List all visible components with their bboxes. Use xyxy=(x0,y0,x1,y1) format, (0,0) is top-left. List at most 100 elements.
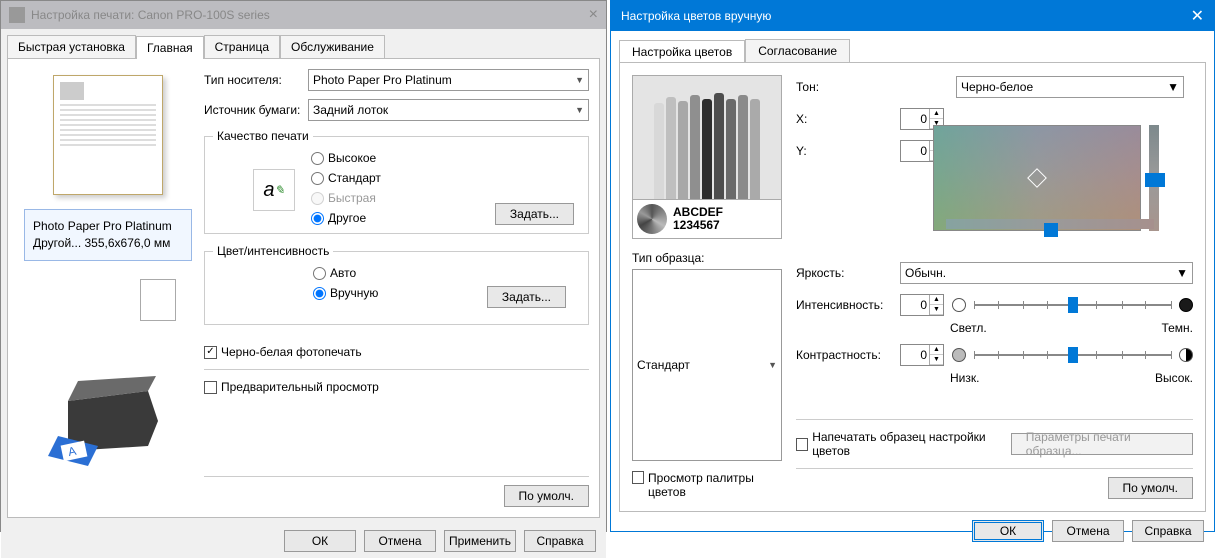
print-sample-label: Напечатать образец настройки цветов xyxy=(812,430,1011,458)
bw-checkbox-row[interactable]: ✓ Черно-белая фотопечать xyxy=(204,345,589,359)
sample-preview: ABCDEF 1234567 xyxy=(632,75,782,239)
sample-type-dropdown[interactable]: Стандарт ▼ xyxy=(632,269,782,461)
color-set-button[interactable]: Задать... xyxy=(487,286,566,308)
intensity-right-label: Темн. xyxy=(1161,321,1193,335)
slider-thumb[interactable] xyxy=(1068,347,1078,363)
preview-info-line1: Photo Paper Pro Platinum xyxy=(33,218,183,235)
preview-info-line2: Другой... 355,6x676,0 мм xyxy=(33,235,183,252)
color-field[interactable] xyxy=(933,125,1141,231)
palette-checkbox-label: Просмотр палитры цветов xyxy=(648,471,782,499)
quality-set-button[interactable]: Задать... xyxy=(495,203,574,225)
intensity-spinner[interactable]: 0 ▲▼ xyxy=(900,294,944,316)
defaults-button[interactable]: По умолч. xyxy=(1108,477,1193,499)
paper-source-label: Источник бумаги: xyxy=(204,103,308,117)
quality-radio-standard[interactable]: Стандарт xyxy=(311,171,381,185)
close-icon[interactable]: × xyxy=(589,6,598,24)
dialog-buttons: ОК Отмена Применить Справка xyxy=(1,524,606,558)
sample-type-label: Тип образца: xyxy=(632,251,782,265)
ok-button[interactable]: ОК xyxy=(284,530,356,552)
color-radio-auto[interactable]: Авто xyxy=(313,266,378,280)
tab-panel-color: ABCDEF 1234567 Тип образца: Стандарт ▼ П… xyxy=(619,62,1206,512)
print-sample-checkbox-row[interactable]: Напечатать образец настройки цветов xyxy=(796,430,1011,458)
defaults-button[interactable]: По умолч. xyxy=(504,485,589,507)
color-wheel-icon xyxy=(637,204,667,234)
tab-matching[interactable]: Согласование xyxy=(745,39,850,62)
x-label: X: xyxy=(796,112,892,126)
media-type-label: Тип носителя: xyxy=(204,73,308,87)
tab-color-adjust[interactable]: Настройка цветов xyxy=(619,40,745,63)
preview-info-box: Photo Paper Pro Platinum Другой... 355,6… xyxy=(24,209,192,261)
contrast-spinner[interactable]: 0 ▲▼ xyxy=(900,344,944,366)
titlebar: Настройка цветов вручную ✕ xyxy=(611,1,1214,31)
reticle-icon xyxy=(1027,168,1047,188)
low-contrast-icon xyxy=(952,348,966,362)
tab-maintenance[interactable]: Обслуживание xyxy=(280,35,385,58)
checkbox-unchecked-icon xyxy=(796,438,808,451)
quality-radio-high[interactable]: Высокое xyxy=(311,151,381,165)
bw-checkbox-label: Черно-белая фотопечать xyxy=(221,345,362,359)
preview-checkbox-row[interactable]: Предварительный просмотр xyxy=(204,380,589,394)
printer-illustration: A xyxy=(38,351,178,471)
main-column: Тип носителя: Photo Paper Pro Platinum ▼… xyxy=(198,69,589,507)
contrast-slider[interactable] xyxy=(952,348,1193,362)
brightness-dropdown[interactable]: Обычн. ▼ xyxy=(900,262,1193,284)
chevron-down-icon: ▼ xyxy=(1176,266,1188,280)
contrast-label: Контрастность: xyxy=(796,348,892,362)
tone-dropdown[interactable]: Черно-белое ▼ xyxy=(956,76,1184,98)
palette-checkbox-row[interactable]: Просмотр палитры цветов xyxy=(632,471,782,499)
spinner-up-icon[interactable]: ▲ xyxy=(930,109,943,119)
tab-quick-setup[interactable]: Быстрая установка xyxy=(7,35,136,58)
tabs: Быстрая установка Главная Страница Обслу… xyxy=(1,29,606,58)
tone-value: Черно-белое xyxy=(961,80,1033,94)
quality-fieldset: Качество печати a✎ Высокое Стандарт Быст… xyxy=(204,129,589,234)
intensity-value: 0 xyxy=(901,298,929,312)
media-type-dropdown[interactable]: Photo Paper Pro Platinum ▼ xyxy=(308,69,589,91)
color-radio-manual[interactable]: Вручную xyxy=(313,286,378,300)
x-value: 0 xyxy=(901,112,929,126)
dialog-buttons: ОК Отмена Справка xyxy=(611,512,1214,550)
paper-source-dropdown[interactable]: Задний лоток ▼ xyxy=(308,99,589,121)
spinner-up-icon[interactable]: ▲ xyxy=(930,345,943,355)
tab-page[interactable]: Страница xyxy=(204,35,280,58)
color-fieldset: Цвет/интенсивность Авто Вручную Задать..… xyxy=(204,244,589,325)
adjust-column: Тон: Черно-белое ▼ X: 0 ▲▼ Y: 0 ▲▼ xyxy=(796,75,1193,499)
contrast-left-label: Низк. xyxy=(950,371,979,385)
app-icon xyxy=(9,7,25,23)
brightness-label: Яркость: xyxy=(796,266,892,280)
vertical-thumb[interactable] xyxy=(1145,173,1165,187)
help-button[interactable]: Справка xyxy=(1132,520,1204,542)
chevron-down-icon: ▼ xyxy=(575,75,584,85)
quality-legend: Качество печати xyxy=(213,129,313,143)
quality-radio-other[interactable]: Другое xyxy=(311,211,381,225)
y-value: 0 xyxy=(901,144,929,158)
close-icon[interactable]: ✕ xyxy=(1191,6,1204,26)
window-title: Настройка печати: Canon PRO-100S series xyxy=(31,8,270,22)
intensity-slider[interactable] xyxy=(952,298,1193,312)
print-sample-params-button: Параметры печати образца... xyxy=(1011,433,1193,455)
horizontal-thumb[interactable] xyxy=(1044,223,1058,237)
intensity-left-label: Светл. xyxy=(950,321,987,335)
brightness-value: Обычн. xyxy=(905,266,946,280)
manual-color-dialog: Настройка цветов вручную ✕ Настройка цве… xyxy=(610,0,1215,532)
help-button[interactable]: Справка xyxy=(524,530,596,552)
intensity-label: Интенсивность: xyxy=(796,298,892,312)
spinner-up-icon[interactable]: ▲ xyxy=(930,295,943,305)
small-preview-box xyxy=(140,279,176,321)
contrast-value: 0 xyxy=(901,348,929,362)
cancel-button[interactable]: Отмена xyxy=(1052,520,1124,542)
tab-main[interactable]: Главная xyxy=(136,36,204,59)
spinner-down-icon[interactable]: ▼ xyxy=(930,355,943,365)
ok-button[interactable]: ОК xyxy=(972,520,1044,542)
preview-checkbox-label: Предварительный просмотр xyxy=(221,380,379,394)
chevron-down-icon: ▼ xyxy=(1167,80,1179,94)
chevron-down-icon: ▼ xyxy=(575,105,584,115)
print-settings-dialog: Настройка печати: Canon PRO-100S series … xyxy=(0,0,607,532)
spinner-down-icon[interactable]: ▼ xyxy=(930,305,943,315)
y-label: Y: xyxy=(796,144,892,158)
contrast-right-label: Высок. xyxy=(1155,371,1193,385)
cancel-button[interactable]: Отмена xyxy=(364,530,436,552)
apply-button[interactable]: Применить xyxy=(444,530,516,552)
slider-thumb[interactable] xyxy=(1068,297,1078,313)
paper-source-value: Задний лоток xyxy=(313,103,388,117)
titlebar: Настройка печати: Canon PRO-100S series … xyxy=(1,1,606,29)
